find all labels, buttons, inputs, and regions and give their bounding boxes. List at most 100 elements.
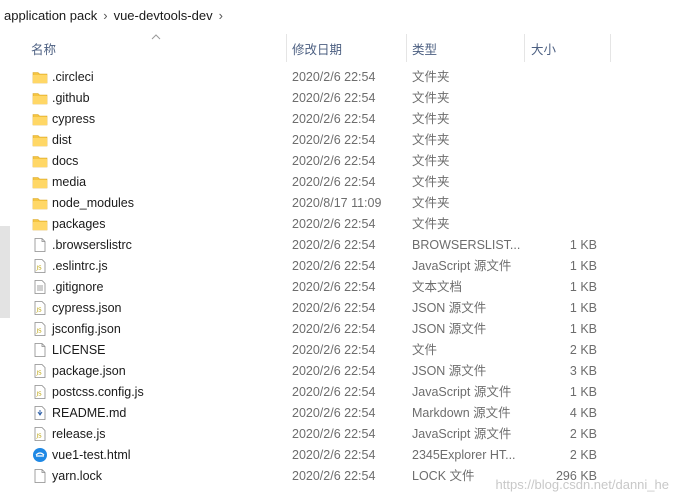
file-row[interactable]: JS postcss.config.js 2020/2/6 22:54 JavaScr… xyxy=(10,382,677,403)
file-name: yarn.lock xyxy=(52,469,103,483)
file-size: 4 KB xyxy=(569,406,597,420)
file-modified-date: 2020/2/6 22:54 xyxy=(292,91,376,105)
column-header-date[interactable]: 修改日期 xyxy=(292,30,406,66)
text-file-icon xyxy=(32,279,48,295)
file-type: 文件夹 xyxy=(412,70,450,84)
file-icon xyxy=(32,342,48,358)
svg-text:JS: JS xyxy=(36,392,43,398)
column-divider[interactable] xyxy=(286,34,287,62)
folder-icon xyxy=(32,216,48,232)
breadcrumb-separator-icon: › xyxy=(103,7,108,23)
file-modified-date: 2020/8/17 11:09 xyxy=(292,196,382,210)
file-name: package.json xyxy=(52,364,126,378)
file-modified-date: 2020/2/6 22:54 xyxy=(292,406,376,420)
breadcrumb-item-application-pack[interactable]: application pack xyxy=(0,8,97,23)
navigation-pane-scrollbar[interactable] xyxy=(0,30,10,500)
file-name: dist xyxy=(52,133,72,147)
js-file-icon: JS xyxy=(32,384,48,400)
file-size: 2 KB xyxy=(569,343,597,357)
folder-icon xyxy=(32,174,48,190)
file-row[interactable]: .gitignore 2020/2/6 22:54 文本文档 1 KB xyxy=(10,277,677,298)
svg-text:JS: JS xyxy=(36,371,43,377)
file-row[interactable]: .github 2020/2/6 22:54 文件夹 xyxy=(10,88,677,109)
breadcrumb-separator-icon[interactable]: › xyxy=(213,8,229,23)
file-row[interactable]: .circleci 2020/2/6 22:54 文件夹 xyxy=(10,67,677,88)
file-type: LOCK 文件 xyxy=(412,469,475,483)
file-type: JavaScript 源文件 xyxy=(412,385,512,399)
file-row[interactable]: node_modules 2020/8/17 11:09 文件夹 xyxy=(10,193,677,214)
svg-text:JS: JS xyxy=(36,329,43,335)
js-file-icon: JS xyxy=(32,426,48,442)
file-type: JSON 源文件 xyxy=(412,301,487,315)
file-modified-date: 2020/2/6 22:54 xyxy=(292,175,376,189)
file-name: README.md xyxy=(52,406,127,420)
file-type: JSON 源文件 xyxy=(412,364,487,378)
file-modified-date: 2020/2/6 22:54 xyxy=(292,385,376,399)
column-header-name[interactable]: 名称 xyxy=(31,30,286,66)
file-type: 文件夹 xyxy=(412,196,450,210)
file-name: LICENSE xyxy=(52,343,106,357)
file-icon xyxy=(32,468,48,484)
file-row[interactable]: JS release.js 2020/2/6 22:54 JavaScript 源文件… xyxy=(10,424,677,445)
file-row[interactable]: media 2020/2/6 22:54 文件夹 xyxy=(10,172,677,193)
file-modified-date: 2020/2/6 22:54 xyxy=(292,133,376,147)
file-size: 1 KB xyxy=(569,385,597,399)
file-size: 1 KB xyxy=(569,238,597,252)
file-name: jsconfig.json xyxy=(52,322,121,336)
scrollbar-thumb[interactable] xyxy=(0,226,10,318)
file-row[interactable]: README.md 2020/2/6 22:54 Markdown 源文件 4 KB xyxy=(10,403,677,424)
file-row[interactable]: JS cypress.json 2020/2/6 22:54 JSON 源文件 1 KB xyxy=(10,298,677,319)
file-size: 2 KB xyxy=(569,427,597,441)
file-modified-date: 2020/2/6 22:54 xyxy=(292,301,376,315)
folder-icon xyxy=(32,90,48,106)
file-type: Markdown 源文件 xyxy=(412,406,511,420)
file-size: 1 KB xyxy=(569,301,597,315)
column-divider[interactable] xyxy=(406,34,407,62)
file-type: 文件夹 xyxy=(412,133,450,147)
file-type: 文件夹 xyxy=(412,112,450,126)
js-file-icon: JS xyxy=(32,363,48,379)
svg-text:JS: JS xyxy=(36,266,43,272)
file-modified-date: 2020/2/6 22:54 xyxy=(292,238,376,252)
column-header-size[interactable]: 大小 xyxy=(531,30,611,66)
file-name: packages xyxy=(52,217,106,231)
column-divider[interactable] xyxy=(610,34,611,62)
file-modified-date: 2020/2/6 22:54 xyxy=(292,448,376,462)
file-name: release.js xyxy=(52,427,106,441)
file-row[interactable]: docs 2020/2/6 22:54 文件夹 xyxy=(10,151,677,172)
file-row[interactable]: cypress 2020/2/6 22:54 文件夹 xyxy=(10,109,677,130)
file-type: 文件夹 xyxy=(412,217,450,231)
file-size: 3 KB xyxy=(569,364,597,378)
file-row[interactable]: packages 2020/2/6 22:54 文件夹 xyxy=(10,214,677,235)
file-name: postcss.config.js xyxy=(52,385,144,399)
file-name: .circleci xyxy=(52,70,94,84)
markdown-file-icon xyxy=(32,405,48,421)
file-row[interactable]: JS jsconfig.json 2020/2/6 22:54 JSON 源文件 1 K… xyxy=(10,319,677,340)
breadcrumb-item-vue-devtools-dev[interactable]: vue-devtools-dev xyxy=(114,8,213,23)
file-type: 文件夹 xyxy=(412,91,450,105)
column-header-type[interactable]: 类型 xyxy=(412,30,524,66)
svg-text:JS: JS xyxy=(36,434,43,440)
js-file-icon: JS xyxy=(32,300,48,316)
file-modified-date: 2020/2/6 22:54 xyxy=(292,343,376,357)
file-row[interactable]: JS package.json 2020/2/6 22:54 JSON 源文件 3 KB xyxy=(10,361,677,382)
file-modified-date: 2020/2/6 22:54 xyxy=(292,280,376,294)
file-name: docs xyxy=(52,154,79,168)
file-type: JavaScript 源文件 xyxy=(412,427,512,441)
column-header: 名称 修改日期 类型 大小 xyxy=(10,30,677,66)
file-row[interactable]: vue1-test.html 2020/2/6 22:54 2345Explorer… xyxy=(10,445,677,466)
column-divider[interactable] xyxy=(524,34,525,62)
folder-icon xyxy=(32,111,48,127)
file-row[interactable]: dist 2020/2/6 22:54 文件夹 xyxy=(10,130,677,151)
file-row[interactable]: JS .eslintrc.js 2020/2/6 22:54 JavaScript 源… xyxy=(10,256,677,277)
svg-text:JS: JS xyxy=(36,308,43,314)
file-name: .github xyxy=(52,91,90,105)
file-row[interactable]: LICENSE 2020/2/6 22:54 文件 2 KB xyxy=(10,340,677,361)
file-size: 2 KB xyxy=(569,448,597,462)
js-file-icon: JS xyxy=(32,258,48,274)
file-name: .browserslistrc xyxy=(52,238,132,252)
file-row[interactable]: .browserslistrc 2020/2/6 22:54 BROWSERSLIS… xyxy=(10,235,677,256)
file-name: vue1-test.html xyxy=(52,448,131,462)
file-name: cypress xyxy=(52,112,96,126)
file-type: 文件 xyxy=(412,343,438,357)
